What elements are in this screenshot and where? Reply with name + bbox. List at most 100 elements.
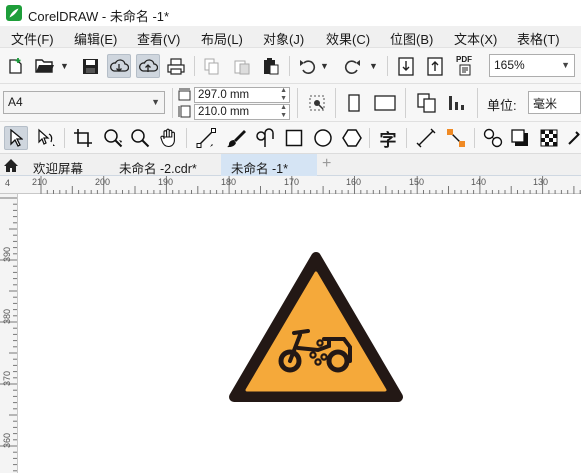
warning-sign[interactable] — [228, 251, 404, 407]
spiral-tool-icon[interactable] — [252, 126, 278, 150]
tab-untitled-2-label: 未命名 -2.cdr* — [119, 162, 197, 176]
menu-view[interactable]: 查看(V) — [137, 29, 180, 48]
ruler-label: 200 — [95, 177, 111, 187]
separator — [289, 56, 290, 76]
landscape-icon[interactable] — [373, 93, 397, 113]
tab-untitled-1[interactable]: 未命名 -1* — [221, 154, 317, 176]
chevron-down-icon[interactable]: ▼ — [151, 97, 160, 107]
undo-icon[interactable] — [298, 56, 318, 76]
menu-table[interactable]: 表格(T) — [517, 29, 560, 48]
menu-object[interactable]: 对象(J) — [263, 29, 304, 48]
pan-tool-icon[interactable] — [156, 126, 182, 150]
separator — [172, 88, 173, 118]
all-pages-icon[interactable] — [307, 93, 327, 113]
separator — [406, 128, 407, 148]
zoom-level-combo[interactable]: 165% ▼ — [489, 54, 575, 77]
page-size-value: A4 — [8, 95, 23, 109]
redo-dropdown-icon[interactable]: ▼ — [369, 61, 378, 71]
ruler-label: 130 — [533, 177, 549, 187]
pick-tool-icon[interactable] — [4, 126, 28, 150]
freehand-tool-icon[interactable] — [193, 126, 219, 150]
separator — [369, 128, 370, 148]
separator — [64, 128, 65, 148]
undo-dropdown-icon[interactable]: ▼ — [320, 61, 329, 71]
open-dropdown-icon[interactable]: ▼ — [60, 61, 69, 71]
ruler-label: 390 — [2, 246, 12, 262]
ruler-label: 360 — [2, 432, 12, 448]
portrait-icon[interactable] — [345, 93, 363, 113]
rectangle-tool-icon[interactable] — [281, 126, 307, 150]
ruler-label: 380 — [2, 308, 12, 324]
menu-edit[interactable]: 编辑(E) — [74, 29, 117, 48]
tab-untitled-2[interactable]: 未命名 -2.cdr* — [119, 154, 219, 176]
cloud-upload-icon[interactable] — [136, 54, 160, 78]
shape-tool-icon[interactable] — [34, 126, 60, 150]
separator — [474, 128, 475, 148]
page-width-input[interactable]: 297.0 mm ▲ ▼ — [194, 87, 290, 103]
clipboard-icon[interactable] — [262, 56, 280, 76]
spin-arrows-icon[interactable]: ▲ ▼ — [280, 87, 287, 103]
page-size-select[interactable]: A4 ▼ — [3, 91, 165, 114]
connector-tool-icon[interactable] — [443, 126, 469, 150]
polygon-tool-icon[interactable] — [339, 126, 365, 150]
open-folder-icon[interactable] — [34, 56, 56, 76]
menu-text[interactable]: 文本(X) — [454, 29, 497, 48]
page-height-icon — [178, 105, 191, 118]
vertical-ruler[interactable]: 390 380 370 360 — [0, 194, 18, 473]
coreldraw-logo-icon — [6, 5, 22, 21]
ellipse-tool-icon[interactable] — [310, 126, 336, 150]
tab-untitled-1-label: 未命名 -1* — [231, 162, 288, 176]
page-layout-icon[interactable] — [416, 92, 438, 114]
tab-welcome[interactable]: 欢迎屏幕 — [33, 154, 111, 176]
menu-effects[interactable]: 效果(C) — [326, 29, 370, 48]
standard-toolbar: ▼ ▼ ▼ PDF 165% ▼ — [0, 48, 581, 84]
drop-shadow-icon[interactable] — [508, 126, 532, 150]
page-width-value: 297.0 mm — [198, 89, 250, 101]
separator — [477, 88, 478, 118]
dimension-tool-icon[interactable] — [413, 126, 439, 150]
menu-file[interactable]: 文件(F) — [11, 29, 54, 48]
more-tools-icon[interactable] — [566, 126, 581, 150]
units-select[interactable]: 毫米 — [528, 91, 581, 114]
separator — [297, 88, 298, 118]
horizontal-ruler[interactable]: 4 210 200 190 180 170 160 150 140 130 — [0, 176, 581, 194]
print-icon[interactable] — [166, 56, 186, 76]
tab-welcome-label: 欢迎屏幕 — [33, 162, 84, 176]
zoom-tool-icon[interactable] — [100, 126, 126, 150]
page-height-value: 210.0 mm — [198, 106, 250, 118]
cloud-download-icon[interactable] — [107, 54, 131, 78]
import-icon[interactable] — [396, 55, 416, 77]
bleed-icon[interactable] — [446, 92, 468, 114]
paste-icon[interactable] — [233, 56, 251, 76]
ruler-ticks — [0, 197, 17, 472]
menu-bitmaps[interactable]: 位图(B) — [390, 29, 433, 48]
ruler-label: 140 — [471, 177, 487, 187]
separator — [194, 56, 195, 76]
ruler-label: 210 — [32, 177, 48, 187]
add-tab-button[interactable]: + — [319, 154, 337, 176]
drawing-canvas[interactable] — [18, 195, 581, 473]
home-icon[interactable] — [2, 157, 20, 173]
toolbox: 字 — [0, 122, 581, 154]
blend-tool-icon[interactable] — [480, 126, 506, 150]
page-height-input[interactable]: 210.0 mm ▲ ▼ — [194, 104, 290, 120]
new-document-icon[interactable] — [6, 56, 26, 76]
pdf-icon[interactable]: PDF — [454, 54, 476, 78]
text-tool-icon[interactable]: 字 — [375, 126, 401, 151]
ruler-label: 160 — [346, 177, 362, 187]
artistic-media-icon[interactable] — [223, 126, 249, 150]
crop-tool-icon[interactable] — [70, 126, 96, 150]
zoom-level-value: 165% — [494, 58, 525, 72]
redo-icon[interactable] — [342, 56, 362, 76]
spin-arrows-icon[interactable]: ▲ ▼ — [280, 104, 287, 120]
menu-layout[interactable]: 布局(L) — [201, 29, 243, 48]
export-icon[interactable] — [425, 55, 445, 77]
chevron-down-icon[interactable]: ▼ — [561, 60, 570, 70]
copy-icon[interactable] — [203, 56, 221, 76]
save-icon[interactable] — [80, 56, 100, 76]
menu-bar: 文件(F) 编辑(E) 查看(V) 布局(L) 对象(J) 效果(C) 位图(B… — [0, 26, 581, 48]
add-tab-label: + — [322, 155, 332, 172]
ruler-label: 190 — [158, 177, 174, 187]
transparency-icon[interactable] — [537, 126, 561, 150]
zoom-out-icon[interactable] — [128, 126, 152, 150]
